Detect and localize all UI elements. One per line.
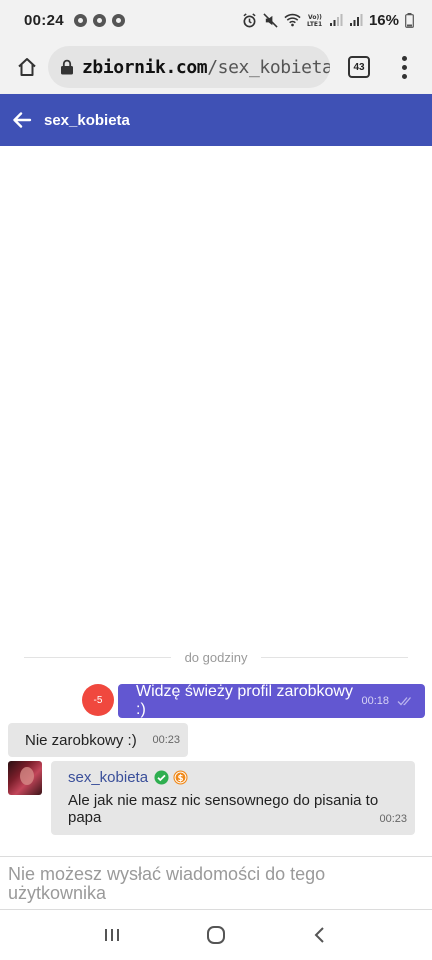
recent-apps-icon: [105, 929, 119, 941]
menu-dot: [401, 73, 407, 79]
double-check-icon: [397, 696, 413, 706]
date-divider: do godziny: [24, 650, 409, 665]
chrome-notification-icon: [92, 13, 106, 27]
svg-text:Vo)): Vo)): [308, 14, 322, 21]
status-right: Vo)) LTE1 16%: [242, 12, 414, 29]
signal-icon: [349, 13, 363, 27]
dollar-coin-icon: $: [173, 770, 188, 785]
chrome-notification-icon: [111, 13, 125, 27]
mute-icon: [263, 12, 278, 28]
browser-menu-button[interactable]: [394, 55, 414, 79]
sender-name[interactable]: sex_kobieta: [68, 769, 148, 786]
back-nav-button[interactable]: [300, 915, 340, 955]
chat-messages[interactable]: do godziny -5 Widzę świeży profil zarobk…: [0, 146, 432, 856]
back-button[interactable]: [12, 109, 34, 131]
divider-line: [261, 657, 409, 658]
tab-switcher-button[interactable]: 43: [348, 56, 370, 78]
message-text: Widzę świeży profil zarobkowy :): [136, 683, 353, 718]
home-circle-icon: [207, 926, 225, 944]
message-time: 00:18: [361, 695, 389, 707]
svg-text:LTE1: LTE1: [307, 21, 322, 27]
lock-icon: [61, 59, 73, 75]
chat-header: sex_kobieta: [0, 94, 432, 146]
signal-icon: [329, 13, 343, 27]
recent-apps-button[interactable]: [92, 915, 132, 955]
system-nav-bar: [0, 910, 432, 960]
menu-dot: [401, 64, 407, 70]
status-time: 00:24: [24, 11, 64, 29]
chevron-left-icon: [314, 927, 324, 943]
browser-toolbar: zbiornik.com/sex_kobieta 43: [0, 40, 432, 94]
message-time: 00:23: [152, 734, 180, 746]
messaging-disabled-notice: Nie możesz wysłać wiadomości do tego uży…: [0, 856, 432, 910]
alarm-icon: [242, 12, 257, 28]
incoming-message[interactable]: sex_kobieta $ Ale jak nie masz nic senso…: [51, 761, 415, 835]
wifi-icon: [284, 13, 301, 27]
divider-label: do godziny: [184, 650, 248, 665]
battery-icon: [405, 12, 414, 28]
chat-title: sex_kobieta: [44, 111, 130, 129]
url-text: zbiornik.com/sex_kobieta: [82, 57, 330, 78]
tab-count: 43: [353, 61, 365, 73]
svg-text:$: $: [178, 773, 184, 783]
status-left: 00:24: [24, 12, 125, 29]
message-time: 00:23: [379, 813, 407, 825]
arrow-left-icon: [13, 112, 32, 128]
chrome-notification-icon: [73, 13, 87, 27]
home-icon: [18, 58, 36, 76]
outgoing-message[interactable]: Widzę świeży profil zarobkowy :) 00:18: [118, 683, 425, 718]
status-bar: 00:24 Vo)) LTE1 16%: [0, 0, 432, 40]
message-text: Nie zarobkowy :): [25, 731, 137, 749]
message-text: Ale jak nie masz nic sensownego do pisan…: [68, 792, 379, 826]
battery-percent: 16%: [368, 11, 399, 29]
url-host: zbiornik.com: [82, 56, 208, 78]
incoming-message[interactable]: Nie zarobkowy :) 00:23: [8, 723, 188, 757]
menu-dot: [401, 55, 407, 61]
verified-check-icon: [154, 770, 169, 785]
sender-row: sex_kobieta $: [68, 769, 405, 786]
home-nav-button[interactable]: [196, 915, 236, 955]
home-button[interactable]: [10, 50, 44, 84]
volte-lte-icon: Vo)) LTE1: [307, 13, 323, 27]
divider-line: [24, 657, 171, 658]
message-score-badge: -5: [82, 684, 114, 716]
avatar[interactable]: [8, 761, 42, 795]
url-path: /sex_kobieta: [207, 56, 330, 78]
address-bar[interactable]: zbiornik.com/sex_kobieta: [48, 46, 330, 88]
